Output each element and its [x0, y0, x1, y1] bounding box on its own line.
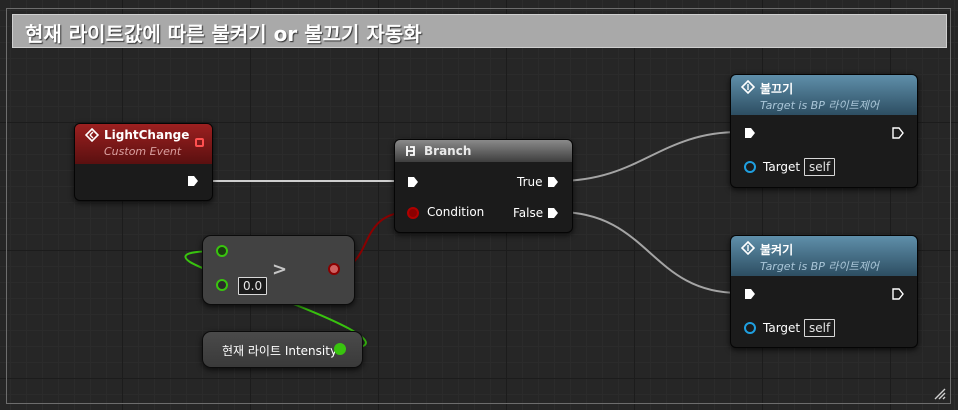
turn-on-target-pin[interactable]	[744, 322, 756, 334]
branch-node-header: Branch	[395, 140, 572, 162]
blueprint-graph-canvas[interactable]: 현재 라이트값에 따른 불켜기 or 불끄기 자동화 LightChange C…	[0, 0, 958, 410]
intensity-variable-node[interactable]: 현재 라이트 Intensity	[202, 331, 363, 368]
turn-on-target-field[interactable]: self	[804, 319, 836, 337]
branch-condition-label: Condition	[427, 205, 485, 219]
turn-off-subtitle: Target is BP 라이트제어	[760, 99, 879, 112]
branch-title: Branch	[424, 144, 472, 158]
branch-icon	[406, 146, 415, 156]
turn-off-node[interactable]: 불끄기 Target is BP 라이트제어 Target self	[730, 74, 918, 188]
branch-condition-pin[interactable]	[407, 207, 419, 219]
greater-than-node[interactable]: 0.0 >	[202, 235, 355, 305]
turn-off-exec-input-pin[interactable]	[744, 127, 756, 139]
turn-on-header: 불켜기 Target is BP 라이트제어	[731, 236, 917, 276]
exec-wire-false-to-turn-on	[557, 211, 740, 294]
branch-false-pin[interactable]	[547, 207, 559, 219]
turn-off-target-label: Target	[763, 160, 801, 174]
event-node-title: LightChange	[104, 128, 190, 142]
event-node-header: LightChange Custom Event	[75, 124, 212, 164]
turn-on-target-label: Target	[763, 321, 801, 335]
event-node-lightchange[interactable]: LightChange Custom Event	[74, 123, 213, 201]
compare-input-a-pin[interactable]	[216, 245, 228, 257]
turn-on-title: 불켜기	[760, 243, 794, 257]
turn-off-target-pin[interactable]	[744, 161, 756, 173]
branch-true-label: True	[517, 175, 543, 189]
intensity-variable-label: 현재 라이트 Intensity	[222, 344, 338, 358]
turn-on-subtitle: Target is BP 라이트제어	[760, 260, 879, 273]
compare-output-pin[interactable]	[328, 263, 340, 275]
turn-off-title: 불끄기	[760, 82, 794, 96]
branch-false-label: False	[513, 206, 544, 220]
exec-wire-true-to-turn-off	[557, 131, 740, 182]
turn-off-header: 불끄기 Target is BP 라이트제어	[731, 75, 917, 115]
function-icon	[741, 241, 755, 255]
compare-b-value-field[interactable]: 0.0	[238, 277, 268, 295]
function-icon	[741, 80, 755, 94]
turn-off-exec-output-pin[interactable]	[892, 127, 904, 139]
comment-resize-grip-icon[interactable]	[932, 386, 946, 400]
intensity-output-pin[interactable]	[334, 343, 346, 355]
delegate-pin[interactable]	[195, 138, 204, 147]
event-diamond-icon	[85, 128, 99, 142]
exec-output-pin[interactable]	[187, 175, 199, 187]
event-node-subtitle: Custom Event	[104, 145, 182, 158]
branch-exec-input-pin[interactable]	[407, 176, 419, 188]
turn-off-target-field[interactable]: self	[804, 158, 836, 176]
turn-on-exec-output-pin[interactable]	[892, 288, 904, 300]
compare-input-b-pin[interactable]	[216, 279, 228, 291]
turn-on-exec-input-pin[interactable]	[744, 288, 756, 300]
turn-on-node[interactable]: 불켜기 Target is BP 라이트제어 Target self	[730, 235, 918, 348]
branch-node[interactable]: Branch True Condition False	[394, 139, 573, 233]
compare-operator: >	[272, 259, 288, 280]
branch-true-pin[interactable]	[547, 176, 559, 188]
